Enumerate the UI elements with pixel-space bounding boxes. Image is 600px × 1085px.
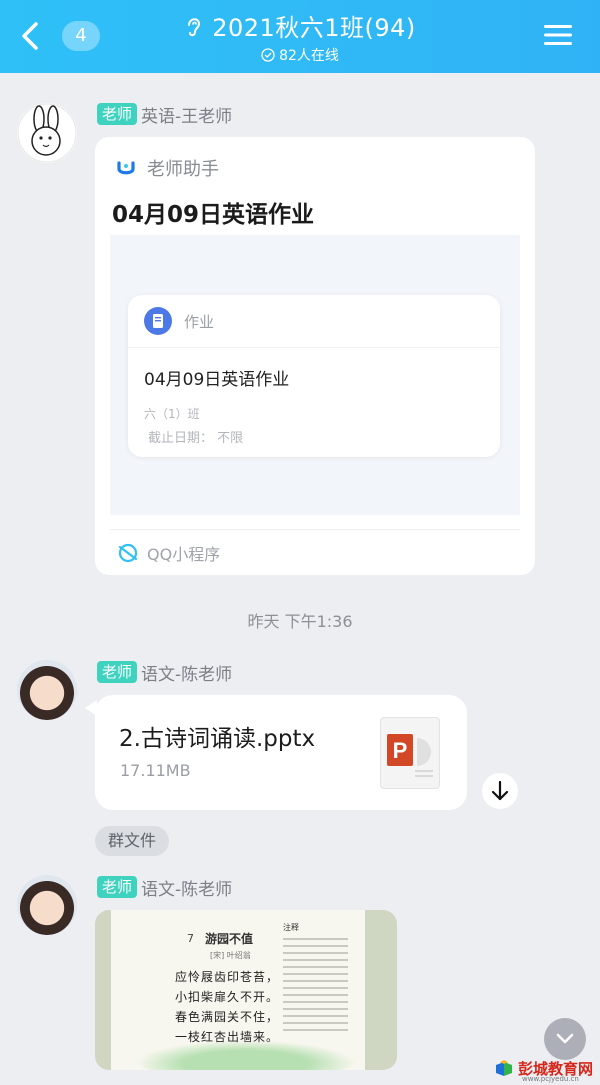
- textbook-page-number: 7: [187, 932, 194, 945]
- file-message[interactable]: 2.古诗词诵读.pptx 17.11MB P: [95, 695, 467, 810]
- menu-icon[interactable]: [544, 22, 572, 48]
- message-timestamp: 昨天 下午1:36: [247, 612, 353, 631]
- chat-header: 4 2021秋六1班(94) 82人在线: [0, 0, 600, 73]
- poem-line: 小扣柴扉久不开。: [175, 990, 280, 1004]
- sender-line: 老师 语文-陈老师: [97, 875, 233, 900]
- poem-title: 游园不值: [205, 932, 254, 946]
- sender-name: 语文-陈老师: [141, 664, 233, 685]
- sender-name: 英语-王老师: [141, 106, 233, 127]
- watermark-url: www.pcjyedu.cn: [522, 1075, 579, 1083]
- svg-text:P: P: [393, 738, 408, 763]
- homework-icon: [144, 307, 172, 335]
- mini-program-source: QQ小程序: [147, 545, 221, 564]
- homework-label: 作业: [184, 312, 215, 331]
- chat-title-area[interactable]: 2021秋六1班(94) 82人在线: [120, 8, 480, 65]
- homework-deadline: 截止日期： 不限: [148, 431, 244, 446]
- homework-card: 作业 04月09日英语作业 六（1）班 截止日期： 不限: [128, 295, 500, 457]
- unread-count-badge[interactable]: 4: [62, 21, 100, 51]
- role-tag: 老师: [97, 103, 138, 125]
- poem-line: 春色满园关不住，: [175, 1010, 280, 1024]
- mini-program-title: 04月09日英语作业: [112, 202, 315, 228]
- image-message[interactable]: 7 游园不值 [宋] 叶绍翁 应怜屐齿印苍苔， 小扣柴扉久不开。 春色满园关不住…: [95, 910, 397, 1070]
- avatar[interactable]: [17, 103, 77, 163]
- teacher-assistant-icon: [117, 161, 135, 175]
- file-name: 2.古诗词诵读.pptx: [119, 726, 316, 752]
- scroll-to-bottom-button[interactable]: [544, 1018, 586, 1060]
- pptx-file-icon: P: [380, 717, 440, 789]
- avatar[interactable]: [17, 660, 77, 720]
- chevron-down-icon: [556, 1033, 574, 1044]
- mini-app-name: 老师助手: [147, 159, 219, 180]
- sender-name: 语文-陈老师: [141, 879, 233, 900]
- back-arrow-icon[interactable]: [18, 18, 44, 54]
- mini-program-card[interactable]: 老师助手 04月09日英语作业 作业 04月09日英语作业 六（1）班 截止日期…: [95, 137, 535, 575]
- poem-author: [宋] 叶绍翁: [210, 951, 251, 960]
- file-size: 17.11MB: [120, 761, 191, 780]
- online-count: 82人在线: [279, 48, 339, 64]
- role-tag: 老师: [97, 661, 138, 683]
- sender-line: 老师 英语-王老师: [97, 102, 233, 127]
- homework-preview: 作业 04月09日英语作业 六（1）班 截止日期： 不限: [110, 235, 520, 515]
- download-arrow-icon: [491, 780, 509, 801]
- poem-line: 应怜屐齿印苍苔，: [175, 970, 280, 984]
- download-button[interactable]: [482, 773, 518, 809]
- textbook-notes: 注释: [283, 922, 355, 1057]
- homework-title: 04月09日英语作业: [144, 370, 290, 390]
- role-tag: 老师: [97, 876, 138, 898]
- divider: [110, 529, 520, 530]
- sender-line: 老师 语文-陈老师: [97, 660, 233, 685]
- homework-class: 六（1）班: [144, 407, 200, 421]
- notes-heading: 注释: [283, 923, 299, 932]
- group-file-tag[interactable]: 群文件: [95, 826, 169, 856]
- book-logo-icon: [496, 1059, 512, 1076]
- divider: [128, 347, 500, 348]
- ear-icon: [188, 17, 201, 36]
- qq-mini-program-icon: [118, 543, 138, 563]
- avatar[interactable]: [17, 875, 77, 935]
- rabbit-avatar-icon: [17, 103, 77, 163]
- online-check-icon: [261, 48, 275, 62]
- chat-title: 2021秋六1班(94): [212, 14, 416, 42]
